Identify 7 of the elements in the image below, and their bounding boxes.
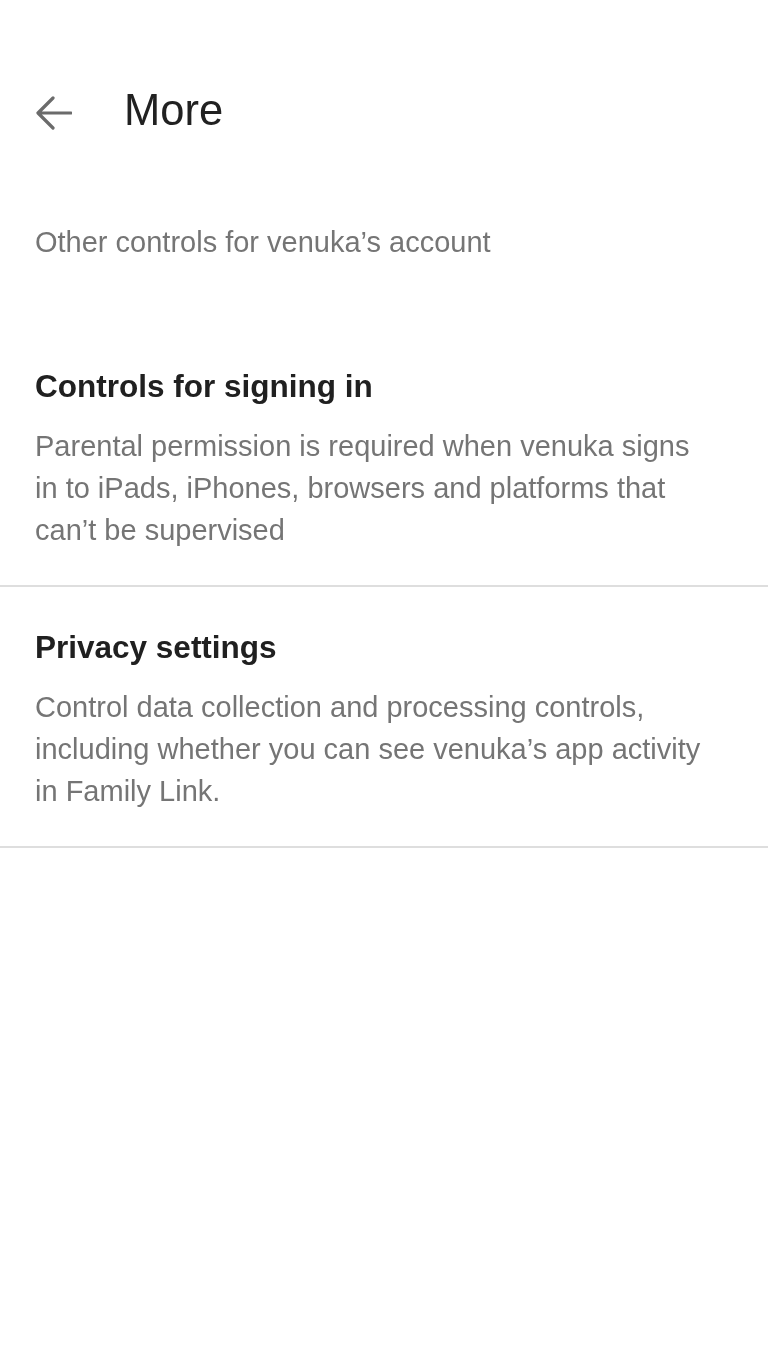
setting-title[interactable]: Controls for signing in [35, 365, 715, 407]
account-subtitle: Other controls for venuka’s account [35, 225, 492, 260]
page-title: More [124, 85, 224, 136]
setting-description: Parental permission is required when venuka signs in to iPads, iPhones, browsers and platforms that can’t be supervised [35, 429, 691, 548]
back-arrow-icon [36, 96, 72, 130]
setting-title[interactable]: Privacy settings [35, 626, 715, 668]
setting-description: Control data collection and processing controls, including whether you can see venuka’s app activity in Family Link. [35, 690, 702, 809]
